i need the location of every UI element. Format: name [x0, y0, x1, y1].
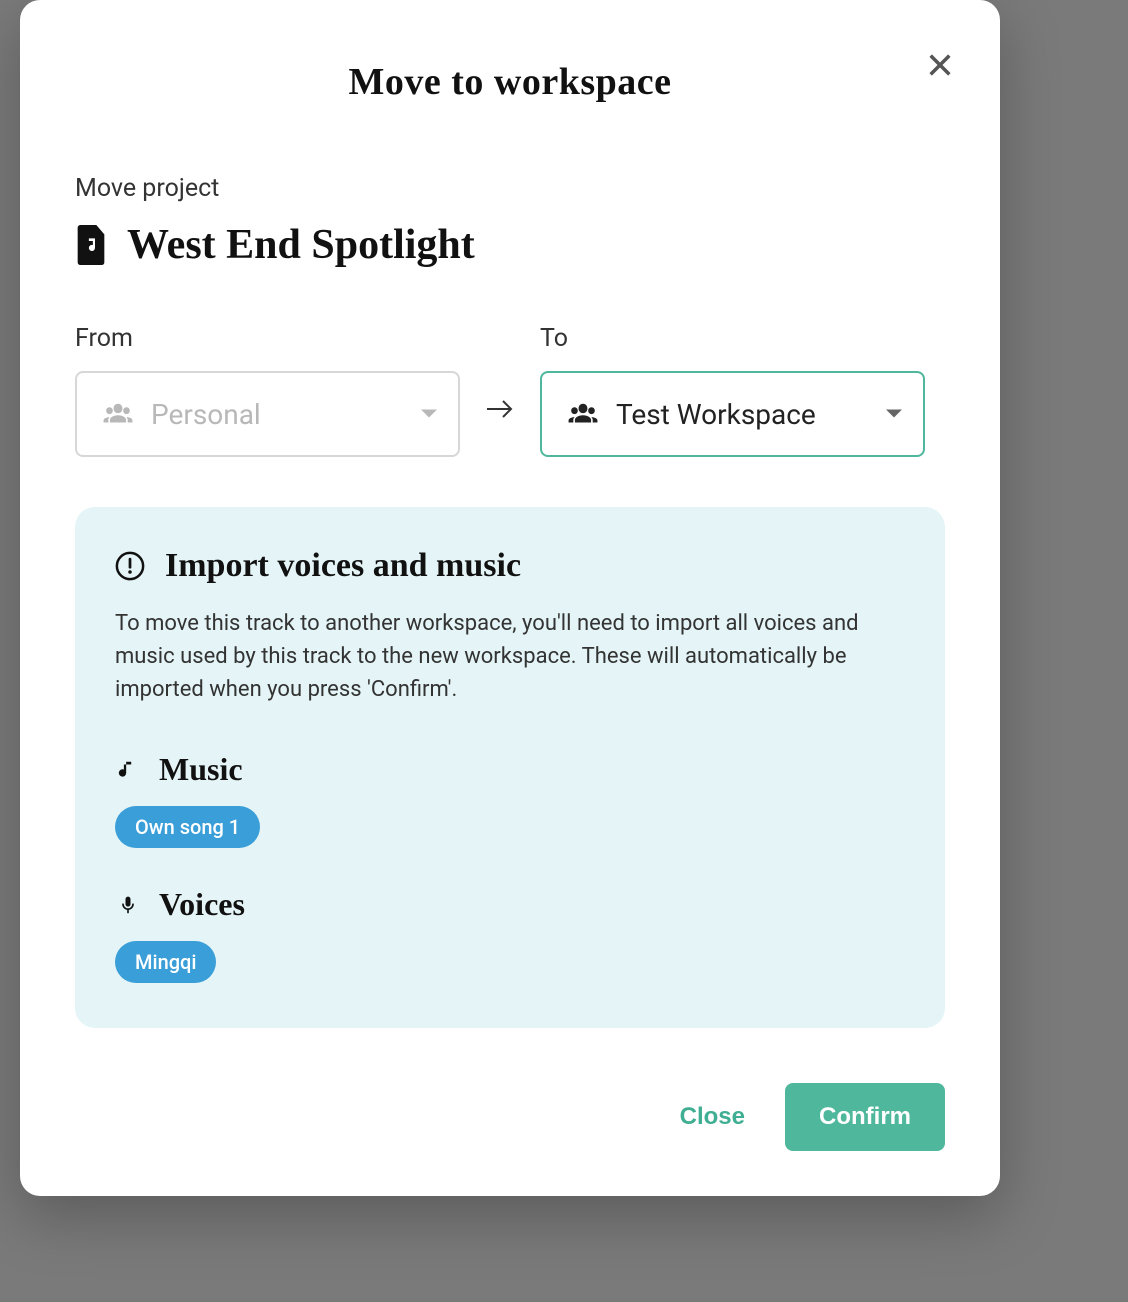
music-chip: Own song 1 [115, 806, 260, 848]
project-row: West End Spotlight [75, 221, 945, 269]
chevron-down-icon [420, 405, 438, 424]
mic-icon [115, 892, 141, 918]
people-icon [101, 402, 135, 426]
to-workspace-select[interactable]: Test Workspace [540, 371, 925, 457]
voice-chips: Mingqi [115, 941, 905, 983]
close-icon[interactable] [920, 45, 960, 85]
modal-title: Move to workspace [75, 60, 945, 104]
arrow-right-icon [460, 366, 540, 452]
voice-chip: Mingqi [115, 941, 216, 983]
confirm-button[interactable]: Confirm [785, 1083, 945, 1151]
to-workspace-value: Test Workspace [616, 398, 816, 431]
music-note-icon [115, 757, 141, 783]
music-chips: Own song 1 [115, 806, 905, 848]
project-name: West End Spotlight [127, 221, 475, 269]
from-label: From [75, 324, 460, 353]
move-workspace-modal: Move to workspace Move project West End … [20, 0, 1000, 1196]
audio-file-icon [75, 225, 107, 265]
to-label: To [540, 324, 925, 353]
voices-category-label: Voices [159, 886, 245, 923]
from-workspace-select[interactable]: Personal [75, 371, 460, 457]
alert-icon [115, 551, 145, 581]
music-category-label: Music [159, 751, 243, 788]
chevron-down-icon [885, 405, 903, 424]
from-workspace-value: Personal [151, 398, 261, 431]
close-button[interactable]: Close [670, 1085, 755, 1149]
people-icon [566, 402, 600, 426]
info-description: To move this track to another workspace,… [115, 607, 905, 706]
info-title: Import voices and music [165, 547, 521, 585]
move-project-label: Move project [75, 174, 945, 203]
import-info-panel: Import voices and music To move this tra… [75, 507, 945, 1028]
